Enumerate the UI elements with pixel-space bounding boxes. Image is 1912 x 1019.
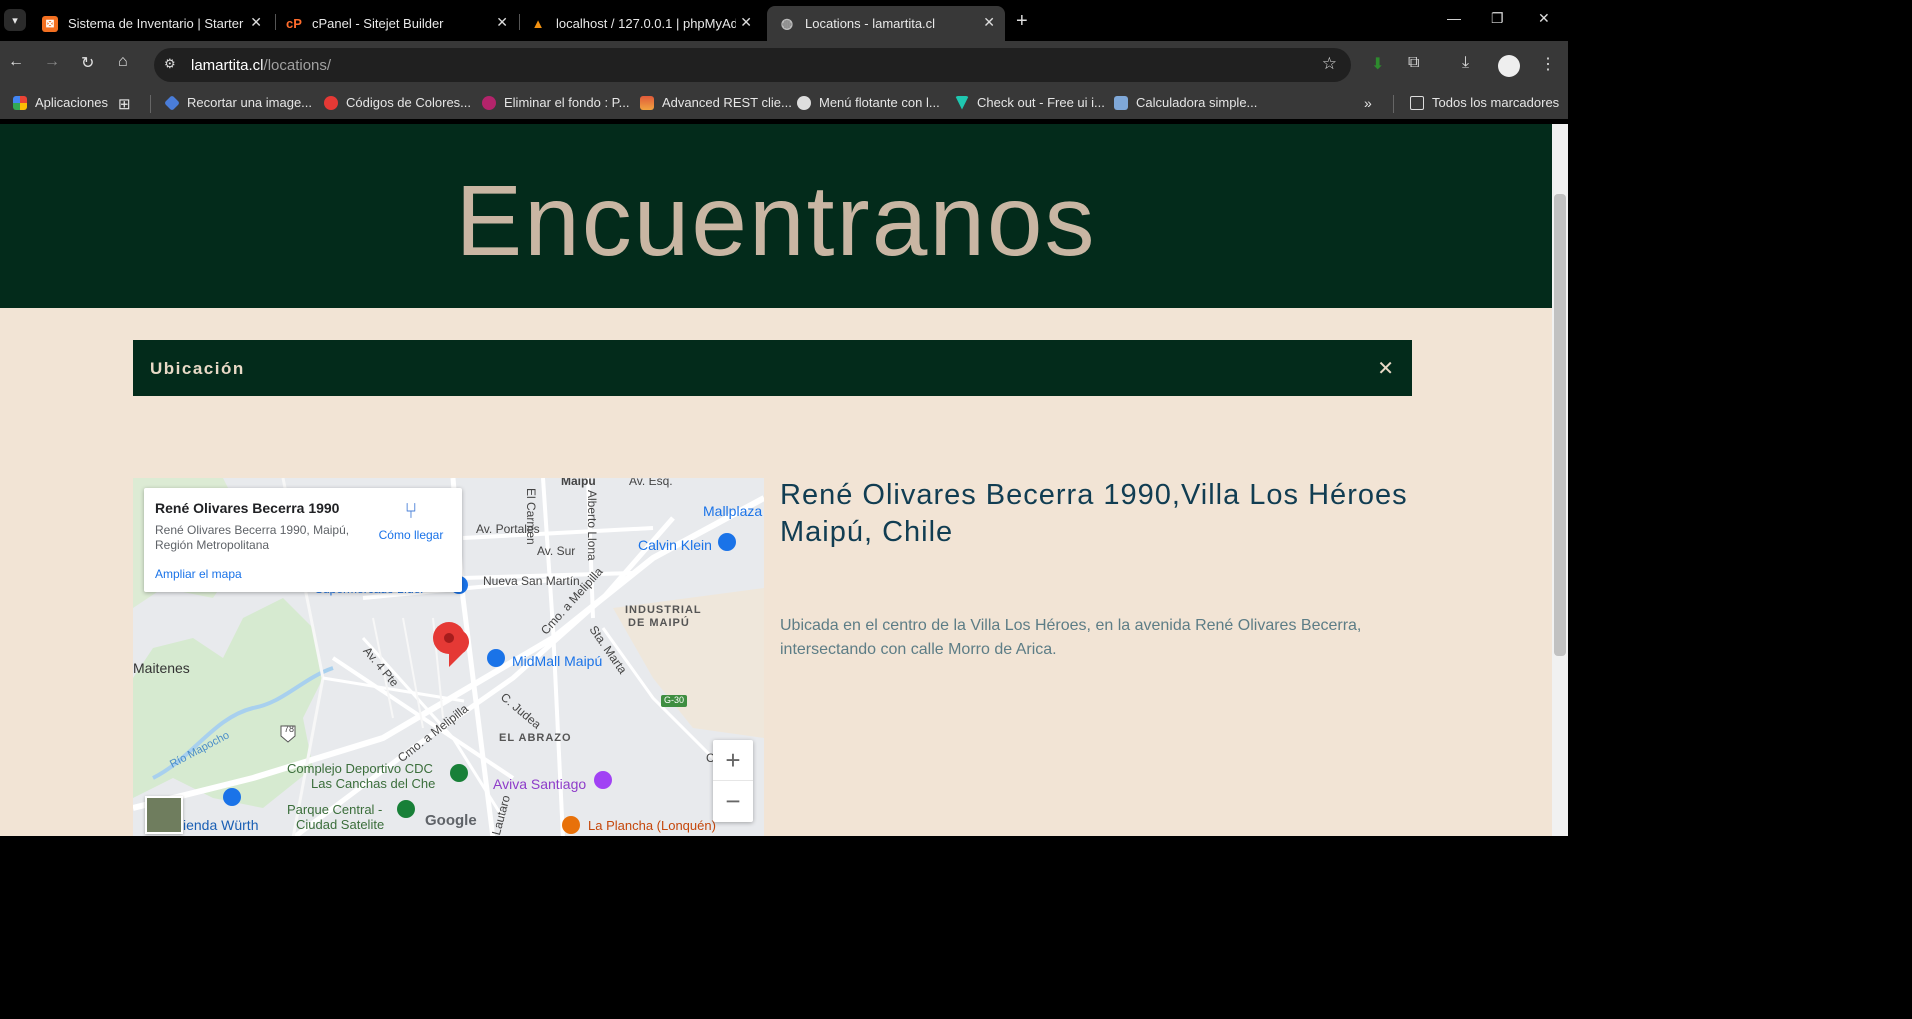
zoom-controls: + − xyxy=(713,740,753,822)
rest-client-icon xyxy=(640,95,654,110)
page-content: Encuentranos Ubicación ✕ Maipú Av. Esq. … xyxy=(0,124,1552,836)
tab-groups-icon[interactable]: ⊞ xyxy=(118,95,131,113)
bookmark-star-icon[interactable]: ☆ xyxy=(1322,54,1337,74)
xampp-favicon-icon: ⊠ xyxy=(42,15,58,32)
apps-grid-icon xyxy=(13,95,27,110)
place-title: René Olivares Becerra 1990 xyxy=(155,500,340,516)
browser-toolbar: ← → ↻ ⌂ ⚙ lamartita.cl/locations/ ☆ ⬇ ⧉ … xyxy=(0,41,1568,87)
back-icon[interactable]: ← xyxy=(8,53,24,71)
downloads-icon[interactable]: ⤓ xyxy=(1462,54,1469,72)
diamond-icon xyxy=(164,94,180,111)
close-tab-icon[interactable]: ✕ xyxy=(740,14,752,31)
place-address: René Olivares Becerra 1990, Maipú, Regió… xyxy=(155,523,350,552)
cpanel-favicon-icon: cP xyxy=(286,16,302,31)
close-window-icon[interactable]: ✕ xyxy=(1538,10,1550,27)
bookmark-apps[interactable]: Aplicaciones xyxy=(13,95,108,110)
extensions-icon[interactable]: ⧉ xyxy=(1408,54,1419,72)
forward-icon[interactable]: → xyxy=(44,53,60,71)
url-text[interactable]: lamartita.cl/locations/ xyxy=(191,57,331,74)
close-icon[interactable]: ✕ xyxy=(1377,356,1394,381)
accordion-label: Ubicación xyxy=(150,359,245,378)
close-tab-icon[interactable]: ✕ xyxy=(250,14,262,31)
tab-cpanel[interactable]: cP cPanel - Sitejet Builder ✕ xyxy=(274,6,518,41)
address-bar[interactable]: ⚙ lamartita.cl/locations/ ☆ xyxy=(154,48,1351,82)
restore-icon[interactable]: ❐ xyxy=(1491,10,1504,27)
hero-banner: Encuentranos xyxy=(0,124,1552,308)
tab-locations[interactable]: ◍ Locations - lamartita.cl ✕ xyxy=(767,6,1005,41)
location-accordion-header[interactable]: Ubicación ✕ xyxy=(133,340,1412,396)
color-wheel-icon xyxy=(324,95,338,110)
minimize-icon[interactable]: — xyxy=(1447,10,1461,26)
site-info-icon[interactable]: ⚙ xyxy=(164,56,176,72)
bookmark-all-folder[interactable]: Todos los marcadores xyxy=(1410,95,1559,110)
menu-icon[interactable]: ⋮ xyxy=(1540,54,1556,74)
new-tab-button[interactable]: + xyxy=(1016,10,1028,33)
tab-phpmyadmin[interactable]: ▲ localhost / 127.0.0.1 | phpMyAd ✕ xyxy=(518,6,762,41)
bookmark-eliminar-fondo[interactable]: Eliminar el fondo : P... xyxy=(482,95,630,110)
globe-icon xyxy=(797,95,811,110)
close-tab-icon[interactable]: ✕ xyxy=(983,14,995,31)
chevron-down-icon: ▾ xyxy=(12,14,18,27)
map-info-card: René Olivares Becerra 1990 René Olivares… xyxy=(144,488,462,592)
enlarge-map-link[interactable]: Ampliar el mapa xyxy=(155,567,242,581)
bookmark-menu-flotante[interactable]: Menú flotante con l... xyxy=(797,95,940,110)
home-icon[interactable]: ⌂ xyxy=(118,53,128,71)
bookmark-separator xyxy=(150,95,151,113)
bookmark-recortar[interactable]: Recortar una image... xyxy=(164,94,312,111)
bookmark-advanced-rest[interactable]: Advanced REST clie... xyxy=(640,95,792,110)
zoom-out-button[interactable]: − xyxy=(713,781,753,822)
folder-icon xyxy=(1410,95,1424,110)
bookmarks-bar: Aplicaciones ⊞ Recortar una image... Cód… xyxy=(0,87,1568,119)
bookmark-codigos-colores[interactable]: Códigos de Colores... xyxy=(324,95,471,110)
remove-bg-icon xyxy=(482,95,496,110)
location-description: Ubicada en el centro de la Villa Los Hér… xyxy=(780,617,1362,658)
page-scrollbar[interactable] xyxy=(1552,124,1568,836)
tab-search-button[interactable]: ▾ xyxy=(4,9,26,31)
profile-avatar[interactable] xyxy=(1498,55,1520,77)
uiverse-icon xyxy=(955,95,969,110)
download-extension-icon[interactable]: ⬇ xyxy=(1371,54,1384,74)
bookmark-check-out[interactable]: Check out - Free ui i... xyxy=(955,95,1105,110)
directions-icon: ⑂ xyxy=(404,498,418,523)
google-logo: Google xyxy=(425,812,477,829)
globe-icon: ◍ xyxy=(780,15,794,31)
calculator-icon xyxy=(1114,95,1128,110)
reload-icon[interactable]: ↻ xyxy=(81,53,94,73)
google-map-embed[interactable]: Maipú Av. Esq. Mallplaza El Carmen Alber… xyxy=(133,478,764,836)
address-heading: René Olivares Becerra 1990,Villa Los Hér… xyxy=(780,479,1408,548)
phpmyadmin-favicon-icon: ▲ xyxy=(531,16,545,31)
more-bookmarks-icon[interactable]: » xyxy=(1364,95,1372,111)
hero-title: Encuentranos xyxy=(455,165,1097,277)
tab-sistema-inventario[interactable]: ⊠ Sistema de Inventario | Starter ✕ xyxy=(30,6,272,41)
zoom-in-button[interactable]: + xyxy=(713,740,753,781)
tab-strip: ▾ ⊠ Sistema de Inventario | Starter ✕ cP… xyxy=(0,0,1568,41)
directions-button[interactable]: ⑂ Cómo llegar xyxy=(376,498,446,542)
bookmark-separator xyxy=(1393,95,1394,113)
scrollbar-thumb[interactable] xyxy=(1554,194,1566,656)
satellite-layer-toggle[interactable] xyxy=(145,796,183,834)
close-tab-icon[interactable]: ✕ xyxy=(496,14,508,31)
bookmark-calculadora[interactable]: Calculadora simple... xyxy=(1114,95,1257,110)
